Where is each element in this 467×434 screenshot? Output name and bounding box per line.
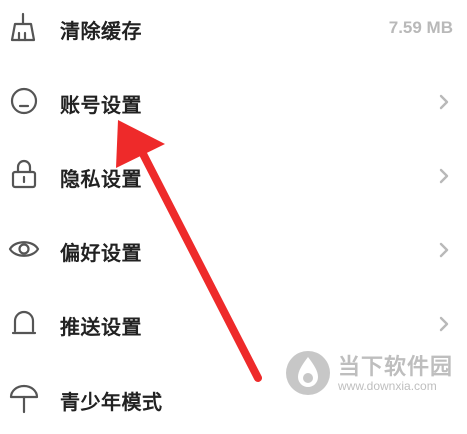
umbrella-icon bbox=[8, 382, 40, 414]
chevron-right-icon bbox=[437, 93, 451, 111]
menu-item-label: 清除缓存 bbox=[60, 19, 142, 43]
account-icon bbox=[8, 85, 40, 117]
lock-icon bbox=[8, 158, 40, 190]
settings-menu: 清除缓存 7.59 MB 账号设置 隐私设置 偏好设置 推送设置 青少年模式 bbox=[0, 0, 467, 415]
menu-item-label: 青少年模式 bbox=[60, 390, 163, 414]
menu-item-label: 隐私设置 bbox=[60, 167, 142, 191]
chevron-right-icon bbox=[437, 315, 451, 333]
menu-item-youth-mode[interactable]: 青少年模式 bbox=[0, 360, 467, 434]
menu-item-clear-cache[interactable]: 清除缓存 7.59 MB bbox=[0, 0, 467, 64]
menu-item-account[interactable]: 账号设置 bbox=[0, 64, 467, 138]
menu-item-label: 推送设置 bbox=[60, 315, 142, 339]
chevron-right-icon bbox=[437, 241, 451, 259]
eye-icon bbox=[8, 233, 40, 265]
menu-item-privacy[interactable]: 隐私设置 bbox=[0, 138, 467, 212]
menu-item-label: 偏好设置 bbox=[60, 241, 142, 265]
bell-icon bbox=[8, 307, 40, 339]
menu-item-label: 账号设置 bbox=[60, 93, 142, 117]
broom-icon bbox=[8, 11, 40, 43]
chevron-right-icon bbox=[437, 167, 451, 185]
cache-size-value: 7.59 MB bbox=[388, 18, 453, 37]
menu-item-push[interactable]: 推送设置 bbox=[0, 286, 467, 360]
menu-item-preferences[interactable]: 偏好设置 bbox=[0, 212, 467, 286]
